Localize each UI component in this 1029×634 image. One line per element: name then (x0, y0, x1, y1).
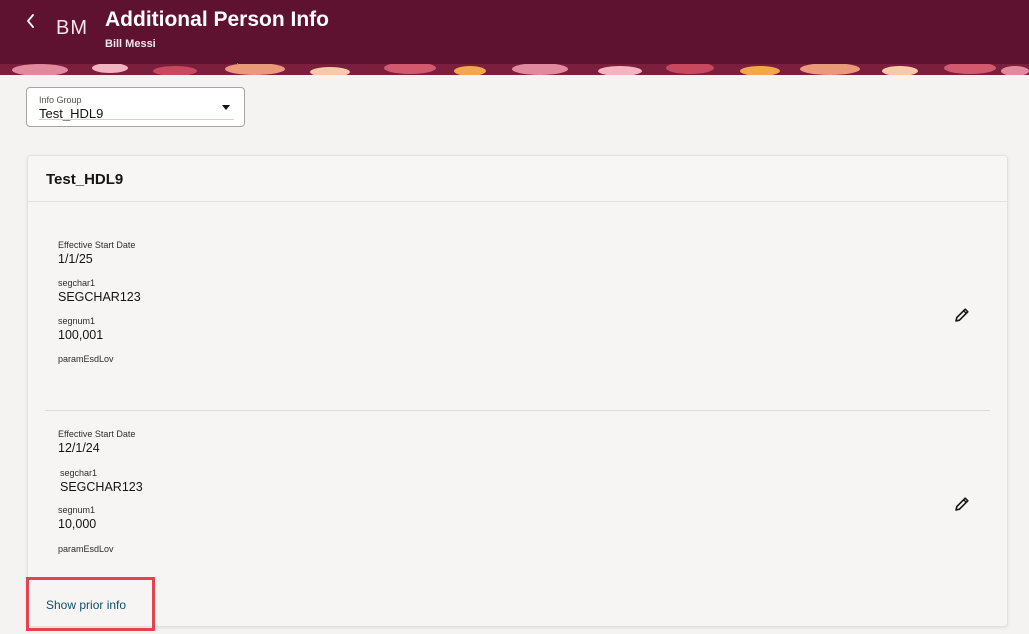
segnum1-label: segnum1 (58, 316, 96, 326)
page-title: Additional Person Info (105, 8, 329, 31)
segchar1-label: segchar1 (60, 468, 98, 478)
info-group-select[interactable]: Info Group Test_HDL9 (26, 87, 245, 127)
select-underline (39, 119, 234, 120)
page-header: BM Additional Person Info Bill Messi (0, 0, 1029, 74)
segnum1-value: 10,000 (58, 517, 97, 531)
chevron-left-icon (27, 14, 34, 28)
pencil-icon (955, 308, 969, 322)
segchar1-label: segchar1 (58, 278, 96, 288)
effective-start-date-value: 1/1/25 (58, 252, 93, 266)
segnum1-value: 100,001 (58, 328, 104, 342)
person-name: Bill Messi (105, 38, 156, 50)
segchar1-value: SEGCHAR123 (58, 290, 141, 304)
effective-start-date-value: 12/1/24 (58, 441, 100, 455)
edit-button[interactable] (951, 304, 973, 326)
header-decorative-band (0, 64, 1029, 75)
effective-start-date-label: Effective Start Date (58, 429, 136, 439)
record-item: Effective Start Date 12/1/24 segchar1 SE… (45, 410, 990, 570)
info-group-card: Test_HDL9 Effective Start Date 1/1/25 se… (27, 155, 1008, 627)
info-group-label: Info Group (39, 95, 82, 105)
back-button[interactable] (20, 10, 42, 32)
edit-button[interactable] (951, 493, 973, 515)
segchar1-value: SEGCHAR123 (60, 480, 143, 494)
avatar-initials: BM (56, 17, 88, 39)
pencil-icon (955, 497, 969, 511)
param-esd-lov-label: paramEsdLov (58, 544, 114, 554)
show-prior-info-link[interactable]: Show prior info (46, 598, 126, 612)
card-header: Test_HDL9 (28, 156, 1007, 202)
param-esd-lov-label: paramEsdLov (58, 354, 114, 364)
segnum1-label: segnum1 (58, 505, 96, 515)
card-title: Test_HDL9 (46, 171, 124, 188)
effective-start-date-label: Effective Start Date (58, 240, 136, 250)
record-item: Effective Start Date 1/1/25 segchar1 SEG… (45, 202, 990, 409)
caret-down-icon (222, 105, 230, 110)
